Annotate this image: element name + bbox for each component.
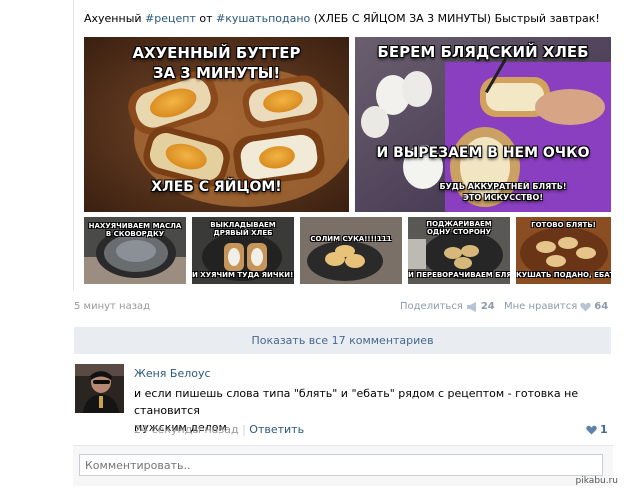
hashtag-recipe[interactable]: #рецепт — [145, 12, 196, 25]
thumb-5-line-3: КУШАТЬ ПОДАНО, ЕБАТЬШКИ — [516, 271, 611, 279]
share-button[interactable]: Поделиться 24 — [400, 301, 495, 312]
thumb-1-line-2: В СКОВОРДКУ — [105, 230, 165, 238]
main-left-caption-bottom: ХЛЕБ С ЯЙЦОМ! — [151, 179, 282, 195]
share-label: Поделиться — [400, 301, 463, 312]
thumb-image-5[interactable]: ГОТОВО БЛЯТЬ! КУШАТЬ ПОДАНО, ЕБАТЬШКИ — [516, 217, 611, 284]
thumb-image-3[interactable]: СОЛИМ СУКА!!!!111 — [300, 217, 402, 284]
post-text: Ахуенный #рецепт от #кушатьподано (ХЛЕБ … — [84, 12, 600, 25]
thumb-1-line-1: НАХУЯЧИВАЕМ МАСЛА — [88, 222, 182, 230]
thumb-2-line-2: ДРЯВЫЙ ХЛЕБ — [213, 229, 273, 237]
thumb-image-1[interactable]: НАХУЯЧИВАЕМ МАСЛА В СКОВОРДКУ — [84, 217, 186, 284]
main-image-left[interactable]: АХУЕННЫЙ БУТТЕР ЗА 3 МИНУТЫ! ХЛЕБ С ЯЙЦО… — [84, 37, 349, 212]
post-time[interactable]: 5 минут назад — [74, 301, 150, 312]
thumb-2-line-1: ВЫКЛАДЫВАЕМ — [210, 221, 276, 229]
main-right-caption-bottom-1: БУДЬ АККУРАТНЕЙ БЛЯТЬ! — [439, 182, 567, 191]
heart-icon — [580, 302, 591, 312]
heart-icon — [586, 425, 597, 435]
comment-meta: 24 секунды назад | Ответить — [134, 423, 304, 436]
thumb-image-2[interactable]: ВЫКЛАДЫВАЕМ ДРЯВЫЙ ХЛЕБ И ХУЯЧИМ ТУДА ЯИ… — [192, 217, 294, 284]
main-right-caption-middle: И ВЫРЕЗАЕМ В НЕМ ОЧКО — [376, 145, 590, 161]
thumb-5-line-1: ГОТОВО БЛЯТЬ! — [531, 221, 596, 229]
thumb-2-line-3: И ХУЯЧИМ ТУДА ЯИЧКИ!!!!!11 — [192, 271, 294, 279]
comment-input[interactable] — [79, 454, 603, 476]
main-image-right[interactable]: БЕРЕМ БЛЯДСКИЙ ХЛЕБ И ВЫРЕЗАЕМ В НЕМ ОЧК… — [355, 37, 611, 212]
share-count: 24 — [480, 301, 495, 312]
avatar[interactable] — [75, 364, 124, 413]
comment-text-line-1: и если пишешь слова типа "блять" и "ебат… — [134, 387, 579, 417]
comment-like-count: 1 — [600, 423, 608, 436]
comment-like-button[interactable]: 1 — [586, 423, 608, 436]
reply-link[interactable]: Ответить — [249, 423, 304, 436]
main-left-caption-2: ЗА 3 МИНУТЫ! — [152, 64, 281, 82]
comment-author[interactable]: Женя Белоус — [134, 367, 211, 380]
comment-time[interactable]: 24 секунды назад — [134, 423, 239, 436]
post-left-border — [73, 0, 74, 290]
megaphone-icon — [466, 301, 478, 312]
hashtag-kushatpodano[interactable]: #кушатьподано — [216, 12, 310, 25]
show-all-comments-button[interactable]: Показать все 17 комментариев — [74, 327, 611, 354]
post-text-middle: от — [195, 12, 216, 25]
thumb-4-line-3: И ПЕРЕВОРАЧИВАЕМ БЛЯТЬ! — [408, 271, 510, 279]
like-button[interactable]: Мне нравится 64 — [504, 301, 608, 312]
post-text-suffix: (ХЛЕБ С ЯЙЦОМ ЗА 3 МИНУТЫ) Быстрый завтр… — [310, 12, 600, 25]
thumb-4-line-1: ПОДЖАРИВАЕМ — [426, 220, 492, 228]
comment-meta-separator: | — [242, 423, 246, 436]
post-text-prefix: Ахуенный — [84, 12, 146, 25]
main-right-caption-bottom-2: ЭТО ИСКУССТВО! — [463, 193, 543, 202]
main-left-caption-1: АХУЕННЫЙ БУТТЕР — [132, 44, 301, 62]
like-count: 64 — [594, 301, 609, 312]
watermark: pikabu.ru — [575, 476, 618, 486]
like-label: Мне нравится — [504, 301, 578, 312]
thumb-4-line-2: ОДНУ СТОРОНУ — [426, 228, 492, 236]
main-right-caption-top: БЕРЕМ БЛЯДСКИЙ ХЛЕБ — [377, 43, 589, 61]
thumb-image-4[interactable]: ПОДЖАРИВАЕМ ОДНУ СТОРОНУ И ПЕРЕВОРАЧИВАЕ… — [408, 217, 510, 284]
thumb-3-line-1: СОЛИМ СУКА!!!!111 — [310, 235, 392, 243]
